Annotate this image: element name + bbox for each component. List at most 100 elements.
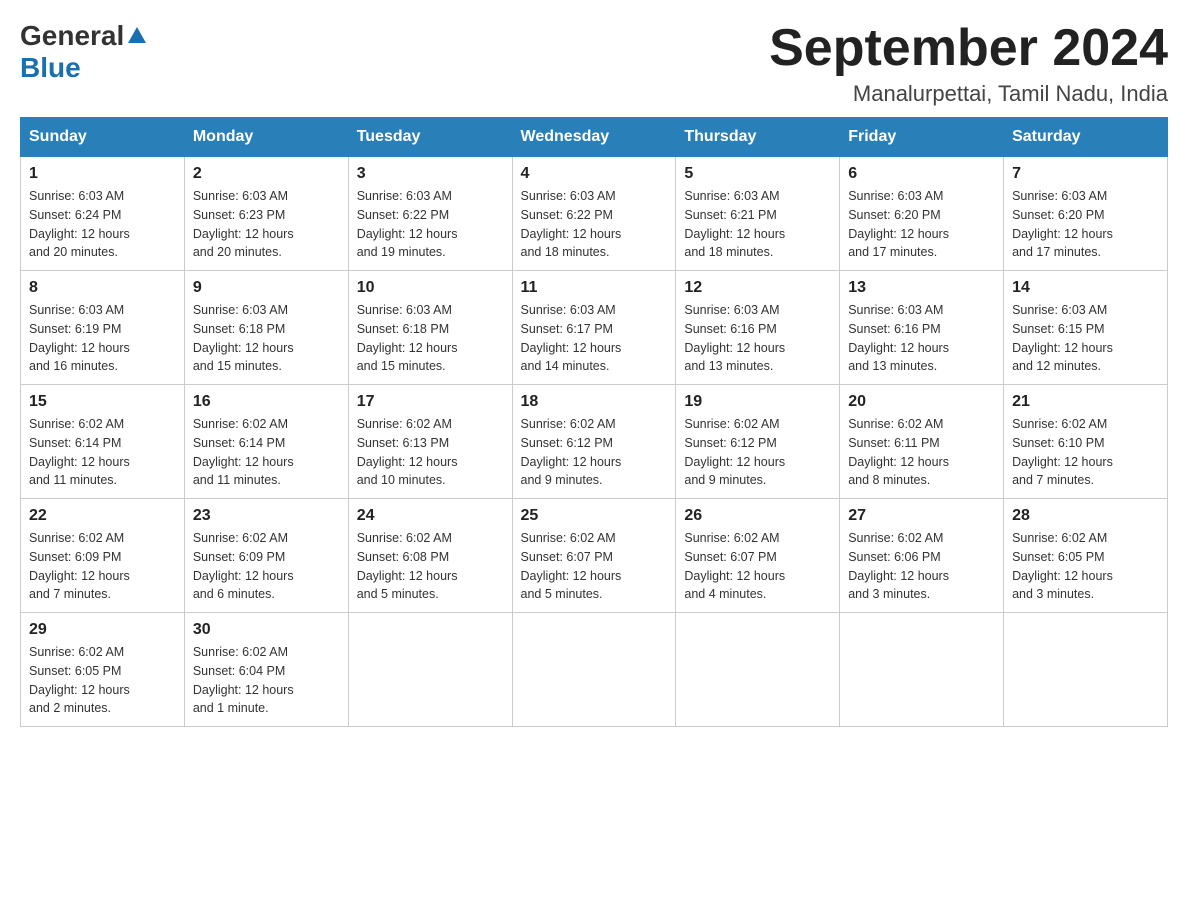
calendar-table: Sunday Monday Tuesday Wednesday Thursday…: [20, 117, 1168, 727]
day-info: Sunrise: 6:02 AMSunset: 6:09 PMDaylight:…: [193, 529, 340, 604]
table-cell: 28 Sunrise: 6:02 AMSunset: 6:05 PMDayligh…: [1004, 499, 1168, 613]
day-number: 27: [848, 507, 995, 525]
header-friday: Friday: [840, 118, 1004, 157]
day-number: 13: [848, 279, 995, 297]
table-cell: 19 Sunrise: 6:02 AMSunset: 6:12 PMDayligh…: [676, 385, 840, 499]
header-monday: Monday: [184, 118, 348, 157]
day-info: Sunrise: 6:02 AMSunset: 6:09 PMDaylight:…: [29, 529, 176, 604]
day-number: 1: [29, 165, 176, 183]
day-info: Sunrise: 6:03 AMSunset: 6:17 PMDaylight:…: [521, 301, 668, 376]
day-number: 9: [193, 279, 340, 297]
day-info: Sunrise: 6:03 AMSunset: 6:20 PMDaylight:…: [1012, 187, 1159, 262]
day-number: 14: [1012, 279, 1159, 297]
table-cell: 26 Sunrise: 6:02 AMSunset: 6:07 PMDayligh…: [676, 499, 840, 613]
table-cell: 21Sunrise: 6:02 AMSunset: 6:10 PMDayligh…: [1004, 385, 1168, 499]
day-number: 18: [521, 393, 668, 411]
table-cell: 12 Sunrise: 6:03 AMSunset: 6:16 PMDayligh…: [676, 271, 840, 385]
day-info: Sunrise: 6:03 AMSunset: 6:22 PMDaylight:…: [521, 187, 668, 262]
header-saturday: Saturday: [1004, 118, 1168, 157]
day-number: 22: [29, 507, 176, 525]
day-number: 28: [1012, 507, 1159, 525]
day-number: 16: [193, 393, 340, 411]
table-cell: 24 Sunrise: 6:02 AMSunset: 6:08 PMDayligh…: [348, 499, 512, 613]
table-cell: 14 Sunrise: 6:03 AMSunset: 6:15 PMDayligh…: [1004, 271, 1168, 385]
day-number: 19: [684, 393, 831, 411]
table-cell: 25 Sunrise: 6:02 AMSunset: 6:07 PMDayligh…: [512, 499, 676, 613]
day-number: 4: [521, 165, 668, 183]
day-number: 11: [521, 279, 668, 297]
table-cell: 30 Sunrise: 6:02 AMSunset: 6:04 PMDayligh…: [184, 613, 348, 727]
table-cell: 5 Sunrise: 6:03 AMSunset: 6:21 PMDaylight…: [676, 157, 840, 271]
day-info: Sunrise: 6:02 AMSunset: 6:04 PMDaylight:…: [193, 643, 340, 718]
day-number: 8: [29, 279, 176, 297]
table-cell: 23Sunrise: 6:02 AMSunset: 6:09 PMDayligh…: [184, 499, 348, 613]
week-row-4: 22 Sunrise: 6:02 AMSunset: 6:09 PMDayligh…: [21, 499, 1168, 613]
day-number: 2: [193, 165, 340, 183]
day-info: Sunrise: 6:02 AMSunset: 6:07 PMDaylight:…: [684, 529, 831, 604]
table-cell: 10Sunrise: 6:03 AMSunset: 6:18 PMDayligh…: [348, 271, 512, 385]
day-info: Sunrise: 6:03 AMSunset: 6:23 PMDaylight:…: [193, 187, 340, 262]
day-info: Sunrise: 6:02 AMSunset: 6:08 PMDaylight:…: [357, 529, 504, 604]
day-info: Sunrise: 6:03 AMSunset: 6:15 PMDaylight:…: [1012, 301, 1159, 376]
table-cell: 22 Sunrise: 6:02 AMSunset: 6:09 PMDayligh…: [21, 499, 185, 613]
weekday-header-row: Sunday Monday Tuesday Wednesday Thursday…: [21, 118, 1168, 157]
day-number: 29: [29, 621, 176, 639]
day-info: Sunrise: 6:02 AMSunset: 6:14 PMDaylight:…: [29, 415, 176, 490]
table-cell: 7Sunrise: 6:03 AMSunset: 6:20 PMDaylight…: [1004, 157, 1168, 271]
day-number: 24: [357, 507, 504, 525]
day-info: Sunrise: 6:02 AMSunset: 6:12 PMDaylight:…: [521, 415, 668, 490]
month-title: September 2024: [769, 20, 1168, 77]
day-info: Sunrise: 6:03 AMSunset: 6:18 PMDaylight:…: [193, 301, 340, 376]
day-info: Sunrise: 6:03 AMSunset: 6:19 PMDaylight:…: [29, 301, 176, 376]
table-cell: [676, 613, 840, 727]
title-area: September 2024 Manalurpettai, Tamil Nadu…: [769, 20, 1168, 107]
day-info: Sunrise: 6:03 AMSunset: 6:22 PMDaylight:…: [357, 187, 504, 262]
day-number: 25: [521, 507, 668, 525]
logo-blue: Blue: [20, 52, 81, 83]
table-cell: 8 Sunrise: 6:03 AMSunset: 6:19 PMDaylight…: [21, 271, 185, 385]
logo: General Blue: [20, 20, 148, 84]
day-info: Sunrise: 6:03 AMSunset: 6:16 PMDaylight:…: [848, 301, 995, 376]
day-info: Sunrise: 6:02 AMSunset: 6:10 PMDaylight:…: [1012, 415, 1159, 490]
day-number: 26: [684, 507, 831, 525]
table-cell: 9 Sunrise: 6:03 AMSunset: 6:18 PMDaylight…: [184, 271, 348, 385]
table-cell: [1004, 613, 1168, 727]
day-info: Sunrise: 6:02 AMSunset: 6:12 PMDaylight:…: [684, 415, 831, 490]
day-info: Sunrise: 6:02 AMSunset: 6:14 PMDaylight:…: [193, 415, 340, 490]
week-row-2: 8 Sunrise: 6:03 AMSunset: 6:19 PMDaylight…: [21, 271, 1168, 385]
table-cell: 29 Sunrise: 6:02 AMSunset: 6:05 PMDayligh…: [21, 613, 185, 727]
day-info: Sunrise: 6:02 AMSunset: 6:11 PMDaylight:…: [848, 415, 995, 490]
day-info: Sunrise: 6:02 AMSunset: 6:05 PMDaylight:…: [1012, 529, 1159, 604]
table-cell: [840, 613, 1004, 727]
table-cell: 4 Sunrise: 6:03 AMSunset: 6:22 PMDaylight…: [512, 157, 676, 271]
day-number: 12: [684, 279, 831, 297]
day-info: Sunrise: 6:03 AMSunset: 6:16 PMDaylight:…: [684, 301, 831, 376]
table-cell: 18 Sunrise: 6:02 AMSunset: 6:12 PMDayligh…: [512, 385, 676, 499]
table-cell: 1Sunrise: 6:03 AMSunset: 6:24 PMDaylight…: [21, 157, 185, 271]
table-cell: 15Sunrise: 6:02 AMSunset: 6:14 PMDayligh…: [21, 385, 185, 499]
table-cell: 16 Sunrise: 6:02 AMSunset: 6:14 PMDayligh…: [184, 385, 348, 499]
page-header: General Blue September 2024 Manalurpetta…: [20, 20, 1168, 107]
day-info: Sunrise: 6:02 AMSunset: 6:07 PMDaylight:…: [521, 529, 668, 604]
table-cell: 3 Sunrise: 6:03 AMSunset: 6:22 PMDaylight…: [348, 157, 512, 271]
day-info: Sunrise: 6:02 AMSunset: 6:06 PMDaylight:…: [848, 529, 995, 604]
logo-general: General: [20, 20, 124, 52]
day-number: 5: [684, 165, 831, 183]
week-row-1: 1Sunrise: 6:03 AMSunset: 6:24 PMDaylight…: [21, 157, 1168, 271]
table-cell: [512, 613, 676, 727]
day-number: 30: [193, 621, 340, 639]
day-number: 3: [357, 165, 504, 183]
table-cell: 20Sunrise: 6:02 AMSunset: 6:11 PMDayligh…: [840, 385, 1004, 499]
header-thursday: Thursday: [676, 118, 840, 157]
day-info: Sunrise: 6:03 AMSunset: 6:20 PMDaylight:…: [848, 187, 995, 262]
day-info: Sunrise: 6:02 AMSunset: 6:05 PMDaylight:…: [29, 643, 176, 718]
header-tuesday: Tuesday: [348, 118, 512, 157]
location-subtitle: Manalurpettai, Tamil Nadu, India: [769, 81, 1168, 107]
day-info: Sunrise: 6:03 AMSunset: 6:21 PMDaylight:…: [684, 187, 831, 262]
day-number: 17: [357, 393, 504, 411]
day-info: Sunrise: 6:02 AMSunset: 6:13 PMDaylight:…: [357, 415, 504, 490]
table-cell: 17 Sunrise: 6:02 AMSunset: 6:13 PMDayligh…: [348, 385, 512, 499]
table-cell: 13 Sunrise: 6:03 AMSunset: 6:16 PMDayligh…: [840, 271, 1004, 385]
table-cell: 11 Sunrise: 6:03 AMSunset: 6:17 PMDayligh…: [512, 271, 676, 385]
week-row-3: 15Sunrise: 6:02 AMSunset: 6:14 PMDayligh…: [21, 385, 1168, 499]
